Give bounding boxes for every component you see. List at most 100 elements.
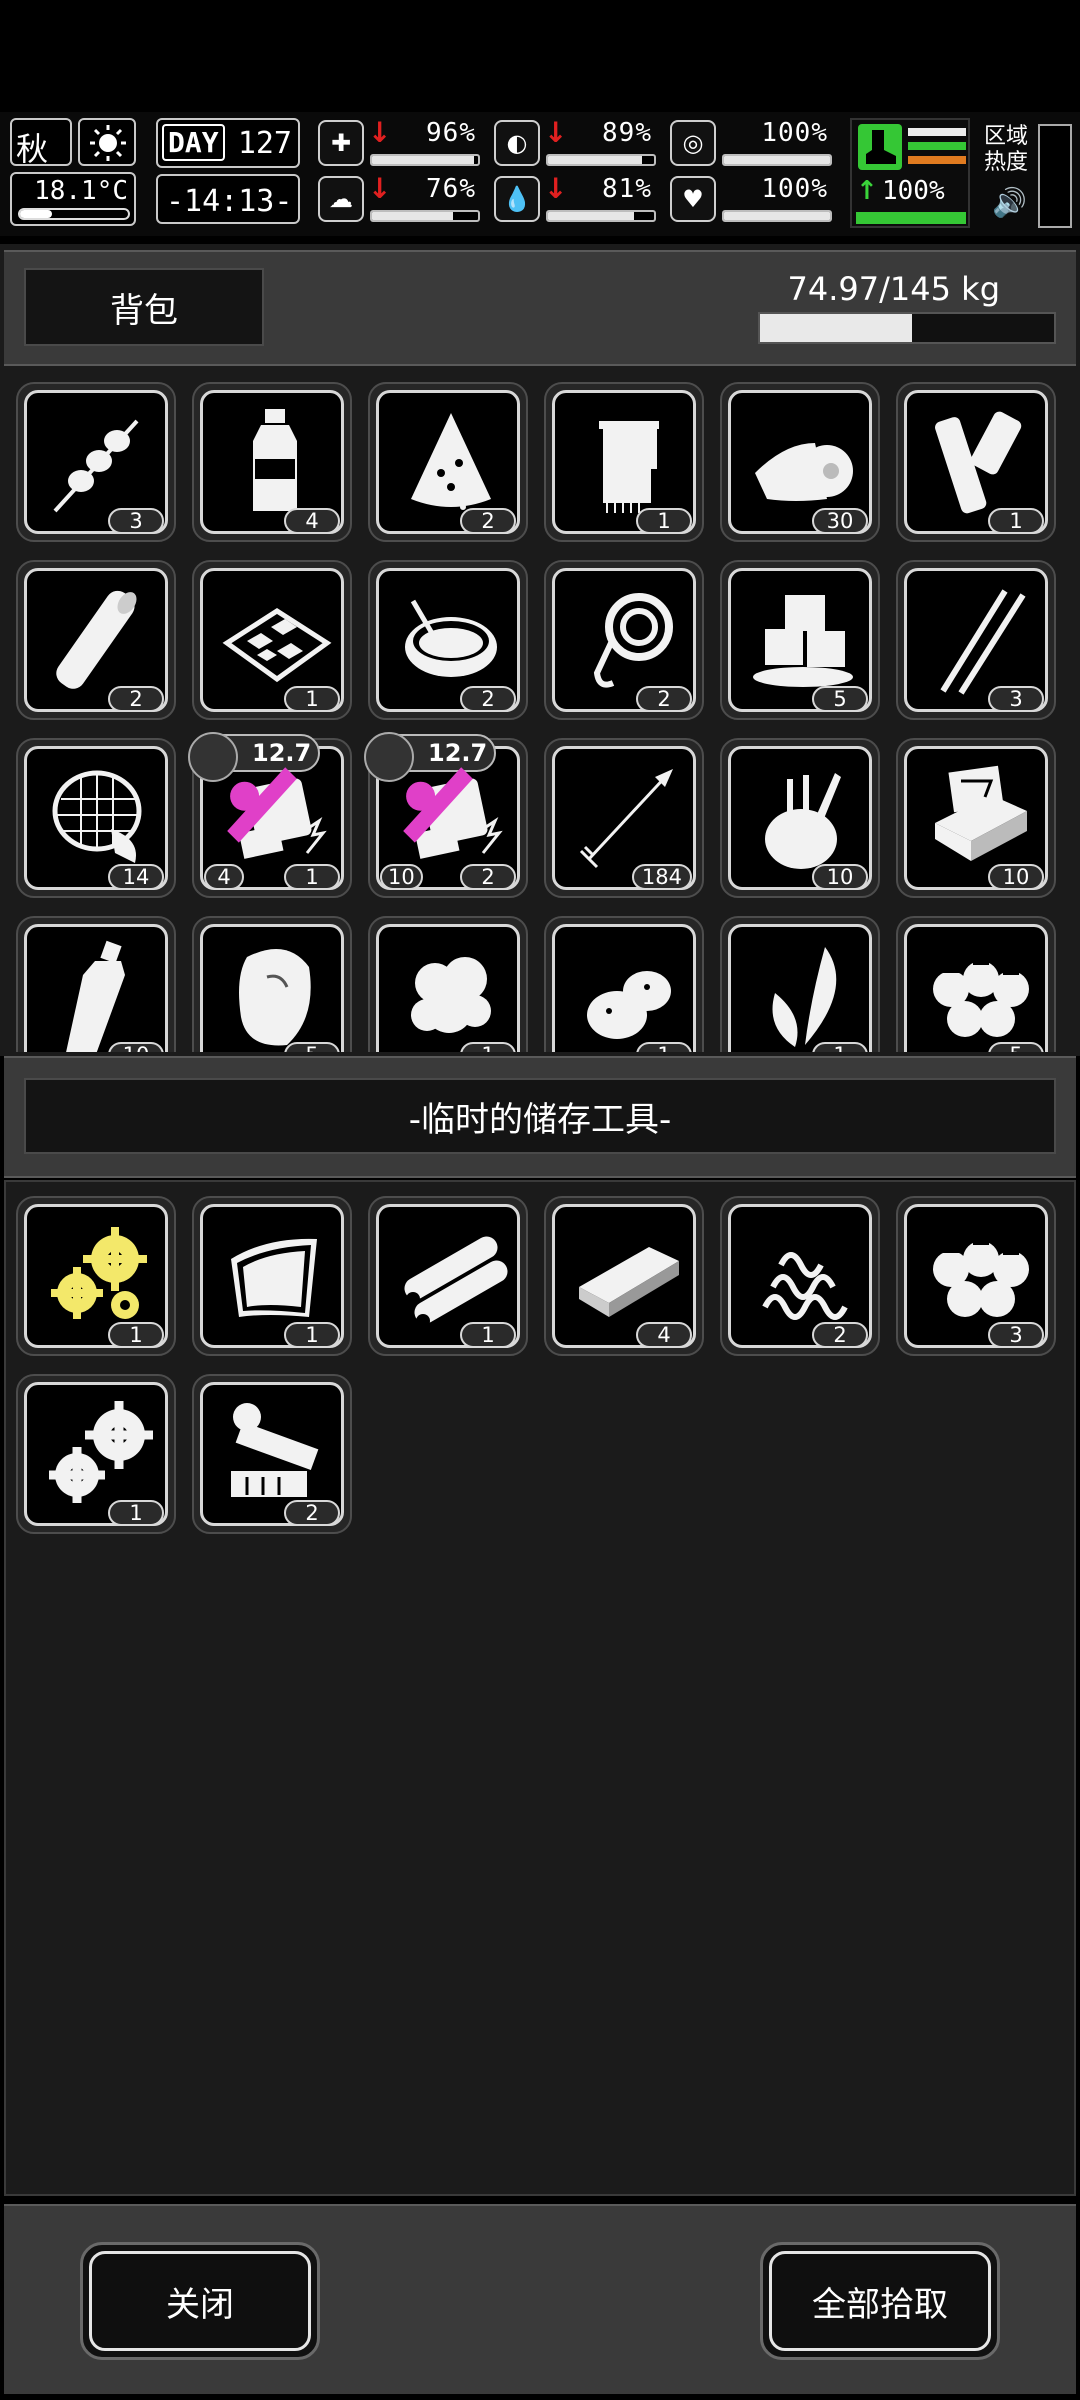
stomach-icon: ◐ [494, 120, 540, 166]
backpack-item[interactable]: 1 [368, 916, 528, 1052]
stat-value-mood: 76% [426, 174, 476, 204]
backpack-title: 背包 [110, 290, 178, 331]
stat-bar-mood [370, 210, 480, 222]
item-count: 1 [636, 508, 692, 534]
zone-heat-meter [1038, 124, 1072, 228]
stat-value-health: 96% [426, 118, 476, 148]
storage-item[interactable]: 1 [16, 1374, 176, 1534]
storage-item[interactable]: 3 [896, 1196, 1056, 1356]
item-count: 1 [284, 864, 340, 890]
item-count: 5 [284, 1042, 340, 1052]
backpack-item[interactable]: 1 [544, 382, 704, 542]
medkit-icon: ✚ [318, 120, 364, 166]
weather-box [78, 118, 136, 166]
backpack-item[interactable]: 5 [896, 916, 1056, 1052]
brain-icon: ☁ [318, 176, 364, 222]
zone-heat[interactable]: 区域热度 🔊 [980, 124, 1074, 230]
thermometer-icon [18, 208, 130, 220]
clock-box: -14:13- [156, 174, 300, 224]
item-count: 1 [636, 1042, 692, 1052]
weight-bar [758, 312, 1056, 344]
backpack-item[interactable]: 2 [368, 560, 528, 720]
backpack-item[interactable]: 5 [720, 560, 880, 720]
storage-item[interactable]: 1 [192, 1196, 352, 1356]
backpack-item[interactable]: 2 [16, 560, 176, 720]
stat-bar-heart [722, 210, 832, 222]
storage-item[interactable]: 2 [720, 1196, 880, 1356]
backpack-item[interactable]: 10 [16, 916, 176, 1052]
walk-panel: ↑ 100% [850, 118, 970, 228]
stat-bar-thirst [546, 210, 656, 222]
backpack-item[interactable]: 5 [192, 916, 352, 1052]
water-drop-icon: 💧 [494, 176, 540, 222]
storage-item[interactable]: 4 [544, 1196, 704, 1356]
backpack-item[interactable]: 4 [192, 382, 352, 542]
storage-item[interactable]: 2 [192, 1374, 352, 1534]
backpack-item[interactable]: 3 [896, 560, 1056, 720]
temperature-value: 18.1°C [34, 176, 128, 206]
stat-value-thirst: 81% [602, 174, 652, 204]
stat-bar-hunger [546, 154, 656, 166]
backpack-item[interactable]: 1 [544, 916, 704, 1052]
item-count: 1 [988, 508, 1044, 534]
item-count: 1 [460, 1042, 516, 1052]
ammo-icon [188, 732, 297, 843]
storage-item[interactable]: 1 [16, 1196, 176, 1356]
item-count: 2 [812, 1322, 868, 1348]
item-count: 1 [812, 1042, 868, 1052]
speaker-icon[interactable]: 🔊 [992, 186, 1027, 219]
backpack-item[interactable]: 184 [544, 738, 704, 898]
walk-trend-icon: ↑ [856, 176, 878, 206]
close-button[interactable]: 关闭 [80, 2242, 320, 2360]
backpack-item[interactable]: 2 10 12.7 [364, 732, 528, 898]
backpack-item[interactable]: 2 [544, 560, 704, 720]
item-count: 2 [636, 686, 692, 712]
backpack-item[interactable]: 30 [720, 382, 880, 542]
temperature-box: 18.1°C [10, 172, 136, 226]
item-count: 1 [460, 1322, 516, 1348]
storage-title-bar: -临时的储存工具- [24, 1078, 1056, 1154]
backpack-item[interactable]: 10 [896, 738, 1056, 898]
stat-value-hunger: 89% [602, 118, 652, 148]
item-count: 1 [284, 686, 340, 712]
zone-heat-label: 区域热度 [984, 124, 1029, 175]
item-count: 2 [460, 508, 516, 534]
backpack-item[interactable]: 3 [16, 382, 176, 542]
stat-value-heart: 100% [761, 174, 828, 204]
backpack-item[interactable]: 14 [16, 738, 176, 898]
item-count: 2 [108, 686, 164, 712]
backpack-item[interactable]: 10 [720, 738, 880, 898]
stat-value-stamina: 100% [761, 118, 828, 148]
backpack-item[interactable]: 1 [192, 560, 352, 720]
day-label: DAY [162, 124, 225, 161]
stat-bar-stamina [722, 154, 832, 166]
item-count: 1 [108, 1322, 164, 1348]
backpack-item[interactable]: 1 [720, 916, 880, 1052]
stat-bar-health [370, 154, 480, 166]
boot-icon [858, 124, 902, 170]
item-count: 3 [108, 508, 164, 534]
backpack-item[interactable]: 1 4 12.7 [188, 732, 352, 898]
day-box: DAY 127 [156, 118, 300, 168]
storage-item[interactable]: 1 [368, 1196, 528, 1356]
item-count: 1 [108, 1500, 164, 1526]
item-count: 5 [988, 1042, 1044, 1052]
take-all-button[interactable]: 全部拾取 [760, 2242, 1000, 2360]
backpack-item[interactable]: 1 [896, 382, 1056, 542]
backpack-header: 背包 74.97/145 kg [4, 250, 1076, 366]
weight-label: 74.97/145 kg [787, 270, 1000, 308]
status-bar: 秋 18.1°C DAY 127 -14:13- ✚ ↓ 96% ◐ ↓ 89% ◎ 100%… [0, 112, 1080, 236]
item-count: 30 [812, 508, 868, 534]
item-count: 4 [284, 508, 340, 534]
season-label: 秋 [16, 130, 49, 168]
item-count: 3 [988, 686, 1044, 712]
backpack-tab[interactable]: 背包 [24, 268, 264, 346]
backpack-item[interactable]: 2 [368, 382, 528, 542]
item-count: 2 [460, 686, 516, 712]
walk-value: 100% [882, 176, 945, 206]
storage-header: -临时的储存工具- [4, 1056, 1076, 1178]
season-box: 秋 [10, 118, 72, 168]
item-ammo-count: 10 [380, 864, 423, 890]
heart-icon: ♥ [670, 176, 716, 222]
backpack-grid: 3421301212253141412.721012.7184101010511… [0, 370, 1080, 1052]
